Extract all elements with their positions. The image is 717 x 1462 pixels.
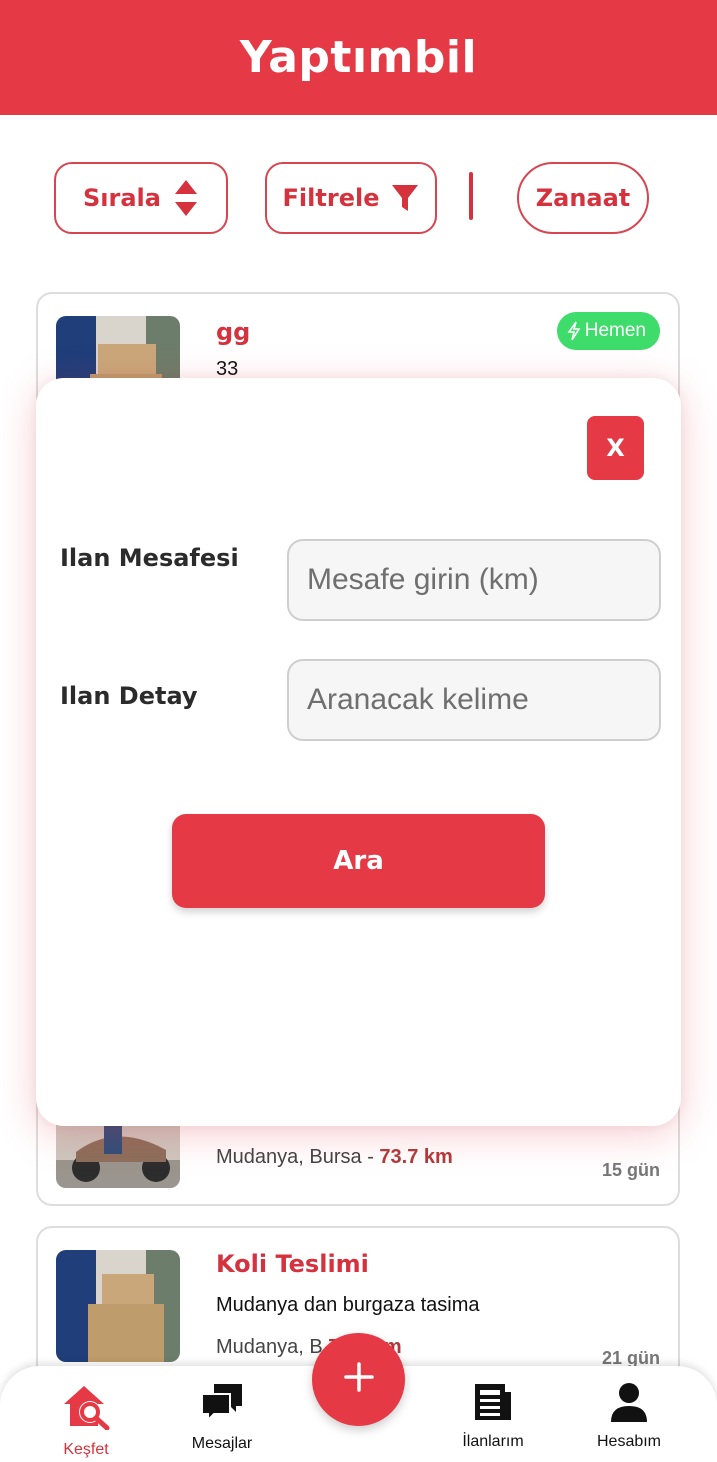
listing-location: Mudanya, Bursa - 73.7 km (216, 1146, 453, 1169)
nav-item-label: Hesabım (596, 1433, 662, 1450)
filter-modal: X Ilan Mesafesi Ilan Detay Ara (36, 378, 681, 1126)
listing-age: 15 gün (601, 1160, 660, 1180)
sort-button[interactable]: Sırala (54, 162, 228, 234)
nav-item-label: Keşfet (63, 1441, 109, 1458)
plus-icon (343, 1361, 375, 1398)
nav-item-label: Mesajlar (191, 1435, 253, 1452)
user-icon (609, 1382, 649, 1427)
detail-label: Ilan Detay (60, 682, 198, 710)
listing-title: Koli Teslimi (216, 1250, 369, 1278)
distance-label: Ilan Mesafesi (60, 544, 239, 572)
craft-button-label: Zanaat (535, 184, 631, 212)
funnel-icon (391, 183, 419, 213)
nav-item-messages[interactable]: Mesajlar (162, 1382, 282, 1453)
sort-button-label: Sırala (83, 184, 161, 212)
urgent-badge-label: Hemen (584, 320, 646, 341)
chat-bubbles-icon (200, 1382, 244, 1429)
app-title: Yaptımbil (239, 32, 478, 83)
toolbar-divider (469, 172, 473, 220)
search-button[interactable]: Ara (172, 814, 545, 908)
app-header: Yaptımbil (0, 0, 717, 115)
urgent-badge: Hemen (556, 312, 660, 350)
filter-button[interactable]: Filtrele (265, 162, 437, 234)
filter-button-label: Filtrele (282, 184, 380, 212)
close-button[interactable]: X (587, 416, 644, 480)
toolbar: Sırala Filtrele Zanaat (0, 162, 717, 238)
listing-location-text: Mudanya, B (216, 1336, 323, 1358)
listing-distance: 73.7 km (379, 1146, 453, 1168)
listing-thumbnail (56, 1250, 180, 1362)
listing-location-text: Mudanya, Bursa - (216, 1146, 380, 1168)
nav-item-explore[interactable]: Keşfet (26, 1382, 146, 1459)
newspaper-icon (473, 1382, 513, 1427)
listing-title: gg (216, 318, 251, 346)
keyword-input[interactable] (287, 659, 661, 741)
nav-item-my-listings[interactable]: İlanlarım (433, 1382, 553, 1451)
distance-input[interactable] (287, 539, 661, 621)
add-listing-button[interactable] (312, 1333, 405, 1426)
sort-icon (173, 178, 199, 218)
craft-button[interactable]: Zanaat (517, 162, 649, 234)
nav-item-account[interactable]: Hesabım (569, 1382, 689, 1451)
listing-description: Mudanya dan burgaza tasima (216, 1294, 480, 1316)
home-search-icon (60, 1382, 112, 1435)
bolt-icon (567, 321, 581, 341)
nav-item-label: İlanlarım (462, 1433, 524, 1450)
